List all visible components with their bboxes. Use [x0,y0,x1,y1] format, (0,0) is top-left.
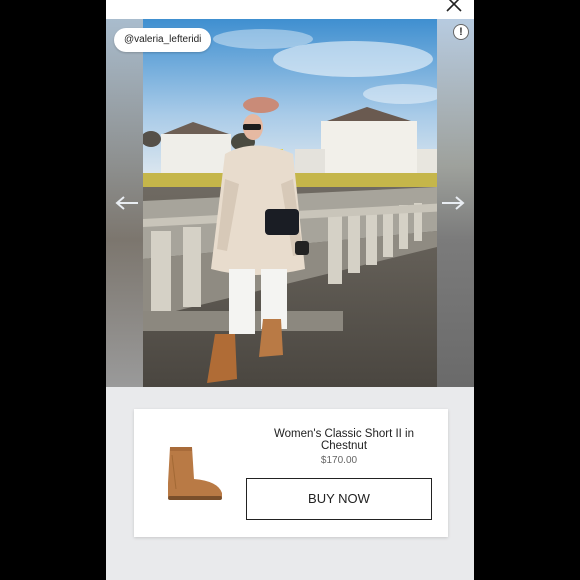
modal-header [106,0,474,19]
product-modal: @valeria_lefteridi ! Women's Classic Sho… [106,0,474,580]
info-icon[interactable]: ! [453,24,469,40]
creator-handle-badge[interactable]: @valeria_lefteridi [114,28,212,52]
close-icon[interactable] [444,0,464,14]
arrow-right-icon[interactable] [440,195,466,211]
influencer-photo [143,19,437,387]
product-price: $170.00 [320,455,358,466]
buy-now-button[interactable]: BUY NOW [246,478,432,520]
photo-carousel: @valeria_lefteridi ! [106,19,474,387]
product-card: Women's Classic Short II in Chestnut $17… [134,409,448,537]
product-name: Women's Classic Short II in Chestnut [273,428,415,452]
arrow-left-icon[interactable] [114,195,140,211]
boot-product-image[interactable] [162,443,226,503]
